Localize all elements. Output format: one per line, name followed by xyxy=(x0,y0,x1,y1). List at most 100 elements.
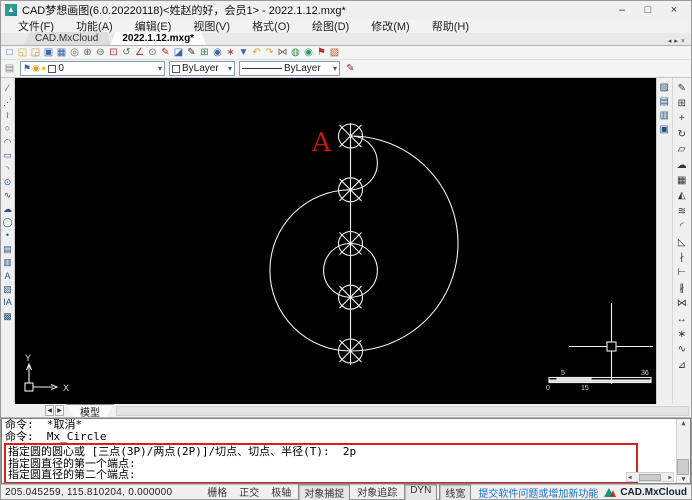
cloud-save-icon[interactable]: ▼ xyxy=(237,46,250,59)
vscroll-thumb[interactable] xyxy=(677,459,689,475)
clipboard-copy-icon[interactable]: ▤ xyxy=(657,95,671,109)
draw-point-icon[interactable]: • xyxy=(1,229,14,242)
drawing-canvas[interactable]: A Y X 0 5 15 36 xyxy=(15,78,656,404)
toggle-polar[interactable]: 极轴 xyxy=(266,484,296,500)
menu-function[interactable]: 功能(A) xyxy=(65,18,124,34)
annotate-pencil-icon[interactable]: ✎ xyxy=(185,46,198,59)
toggle-osnap[interactable]: 对象捕捉 xyxy=(298,484,350,500)
find-icon[interactable]: ◉ xyxy=(211,46,224,59)
paste-block-icon[interactable]: ▣ xyxy=(657,123,671,137)
scroll-up-icon[interactable]: ▲ xyxy=(681,419,685,427)
scroll-right-icon[interactable]: ▶ xyxy=(668,474,672,481)
save-as-icon[interactable]: ▦ xyxy=(55,46,68,59)
draw-circle-icon[interactable]: ○ xyxy=(1,122,14,135)
tab-close-icon[interactable]: × xyxy=(681,38,685,45)
modify-break-icon[interactable]: ∦ xyxy=(674,281,689,296)
menu-edit[interactable]: 编辑(E) xyxy=(124,18,183,34)
modify-rotate-icon[interactable]: ↻ xyxy=(674,127,689,142)
toggle-grid[interactable]: 栅格 xyxy=(202,484,232,500)
menu-draw[interactable]: 绘图(D) xyxy=(301,18,360,34)
modify-array-icon[interactable]: ▦ xyxy=(674,173,689,188)
draw-ellipse-icon[interactable]: ◯ xyxy=(1,216,14,229)
draw-line-icon[interactable]: ∕ xyxy=(1,82,14,95)
layer-manager-icon[interactable]: ▤ xyxy=(3,62,16,75)
modify-fillet-icon[interactable]: ◜ xyxy=(674,220,689,235)
zoom-in-icon[interactable]: ⊕ xyxy=(81,46,94,59)
zoom-previous-icon[interactable]: ↺ xyxy=(120,46,133,59)
clipboard-paste-icon[interactable]: ▥ xyxy=(657,109,671,123)
draw-revcloud-icon[interactable]: ☁ xyxy=(1,203,14,216)
online-library-icon[interactable]: ◍ xyxy=(289,46,302,59)
block-insert-icon[interactable]: ▥ xyxy=(1,256,14,269)
modify-offset-icon[interactable]: ≋ xyxy=(674,204,689,219)
modify-chamfer-icon[interactable]: ◺ xyxy=(674,235,689,250)
modify-lengthen-icon[interactable]: ↔ xyxy=(674,312,689,327)
clipboard-cut-icon[interactable]: ▨ xyxy=(657,81,671,95)
feedback-link[interactable]: 提交软件问题或增加新功能 xyxy=(478,485,598,500)
measure-angle-icon[interactable]: ∠ xyxy=(133,46,146,59)
block-create-icon[interactable]: ▤ xyxy=(1,243,14,256)
insert-raster-icon[interactable]: ▧ xyxy=(1,283,14,296)
draw-arc3p-icon[interactable]: ◝ xyxy=(1,162,14,175)
match-properties-icon[interactable]: ✎ xyxy=(344,62,357,75)
publish-icon[interactable]: ⚑ xyxy=(315,46,328,59)
zoom-window-icon[interactable]: ⊡ xyxy=(107,46,120,59)
linetype-combo[interactable]: ByLayer ▾ xyxy=(239,61,340,76)
command-input-line[interactable]: 命令: xyxy=(2,484,690,485)
toggle-ortho[interactable]: 正交 xyxy=(234,484,264,500)
zoom-out-icon[interactable]: ⊖ xyxy=(94,46,107,59)
draw-arc-icon[interactable]: ◠ xyxy=(1,136,14,149)
draw-circle2p-icon[interactable]: ⊙ xyxy=(1,176,14,189)
modify-stretch-icon[interactable]: ☁ xyxy=(674,158,689,173)
field-text-icon[interactable]: IA xyxy=(1,296,14,309)
tab-cad-mxcloud[interactable]: CAD.MxCloud xyxy=(23,32,110,45)
close-button[interactable]: × xyxy=(661,2,687,18)
maximize-button[interactable]: □ xyxy=(635,2,661,18)
menu-help[interactable]: 帮助(H) xyxy=(421,18,480,34)
tab-next-icon[interactable]: ▸ xyxy=(674,37,678,45)
undo-icon[interactable]: ↶ xyxy=(250,46,263,59)
modify-join-icon[interactable]: ⋈ xyxy=(674,296,689,311)
modify-extend-icon[interactable]: ⊢ xyxy=(674,266,689,281)
modify-erase-icon[interactable]: ✎ xyxy=(674,81,689,96)
draw-hatch-icon[interactable]: ▩ xyxy=(1,310,14,323)
new-file-icon[interactable]: □ xyxy=(3,46,16,59)
draw-rectangle-icon[interactable]: ▭ xyxy=(1,149,14,162)
modify-trim-icon[interactable]: ∤ xyxy=(674,250,689,265)
layer-combo[interactable]: ⚑◉● 0 ▾ xyxy=(20,61,165,76)
draw-ray-icon[interactable]: ⋰ xyxy=(1,95,14,108)
hscroll-thumb[interactable] xyxy=(639,474,661,481)
layout-next-icon[interactable]: ▶ xyxy=(55,405,64,416)
draw-text-icon[interactable]: A xyxy=(1,269,14,282)
menu-file[interactable]: 文件(F) xyxy=(7,18,65,34)
redline-pencil-icon[interactable]: ✎ xyxy=(159,46,172,59)
zoom-extents-icon[interactable]: ◎ xyxy=(68,46,81,59)
modify-explode-icon[interactable]: ∗ xyxy=(674,327,689,342)
tab-prev-icon[interactable]: ◂ xyxy=(668,37,672,45)
panel-grid-icon[interactable]: ⊞ xyxy=(198,46,211,59)
menu-format[interactable]: 格式(O) xyxy=(241,18,301,34)
open-file-icon[interactable]: ◱ xyxy=(16,46,29,59)
scroll-left-icon[interactable]: ◀ xyxy=(628,474,632,481)
save-icon[interactable]: ▣ xyxy=(42,46,55,59)
command-hscrollbar[interactable]: ◀ ▶ xyxy=(626,472,674,482)
modify-copy-icon[interactable]: ⊞ xyxy=(674,96,689,111)
modify-move-icon[interactable]: + xyxy=(674,112,689,127)
color-combo[interactable]: ByLayer ▾ xyxy=(169,61,235,76)
modify-align-icon[interactable]: ⊿ xyxy=(674,358,689,373)
tab-document[interactable]: 2022.1.12.mxg* xyxy=(110,32,206,45)
open-project-icon[interactable]: ◲ xyxy=(29,46,42,59)
draw-spline-icon[interactable]: ∿ xyxy=(1,189,14,202)
toggle-lineweight[interactable]: 线宽 xyxy=(439,484,471,500)
menu-view[interactable]: 视图(V) xyxy=(182,18,241,34)
menu-modify[interactable]: 修改(M) xyxy=(360,18,421,34)
modify-mirror-icon[interactable]: ◭ xyxy=(674,189,689,204)
scroll-down-icon[interactable]: ▼ xyxy=(681,475,685,483)
web-cloud-icon[interactable]: ◉ xyxy=(302,46,315,59)
zoom-realtime-icon[interactable]: ⊙ xyxy=(146,46,159,59)
redo-icon[interactable]: ↷ xyxy=(263,46,276,59)
group-icon[interactable]: ⋈ xyxy=(276,46,289,59)
plugin-tools-icon[interactable]: ∗ xyxy=(224,46,237,59)
draw-polyline-icon[interactable]: ≀ xyxy=(1,109,14,122)
draw-order-icon[interactable]: ◪ xyxy=(172,46,185,59)
